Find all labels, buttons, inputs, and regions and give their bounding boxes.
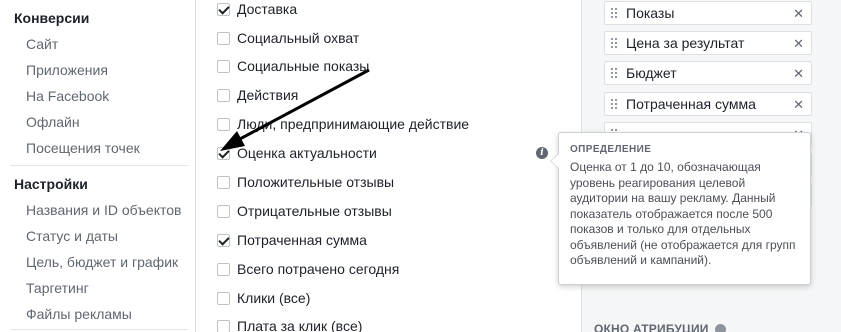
metric-row[interactable]: Социальные показы (217, 56, 369, 76)
metric-row[interactable]: Потраченная сумма (217, 230, 367, 250)
checkbox[interactable] (217, 262, 230, 276)
metric-label: Потраченная сумма (237, 232, 367, 248)
sidebar: Конверсии Сайт Приложения На Facebook Оф… (0, 0, 196, 332)
column-chip-label: Показы (626, 5, 675, 21)
definition-tooltip: ОПРЕДЕЛЕНИЕ Оценка от 1 до 10, обозначаю… (550, 132, 811, 285)
metric-row[interactable]: Люди, предпринимающие действие (217, 114, 469, 134)
checkbox[interactable] (217, 31, 230, 45)
metric-row-relevance-score[interactable]: Оценка актуальности (217, 143, 377, 163)
metric-label: Отрицательные отзывы (237, 203, 392, 219)
metric-row[interactable]: Доставка (217, 0, 297, 19)
sidebar-item-site[interactable]: Сайт (26, 36, 58, 52)
drag-handle-icon[interactable] (610, 7, 618, 19)
metric-label: Доставка (237, 1, 298, 17)
column-chip-label: Цена за результат (626, 35, 745, 51)
tooltip-body: Оценка от 1 до 10, обозначающая уровень … (570, 160, 796, 267)
metrics-list: Доставка Социальный охват Социальные пок… (197, 0, 580, 332)
info-icon[interactable]: i (536, 147, 548, 159)
column-chip[interactable]: Бюджет ✕ (604, 61, 812, 85)
checkbox[interactable] (217, 117, 230, 131)
metric-row[interactable]: Плата за клик (все) (217, 316, 362, 332)
metric-label: Плата за клик (все) (237, 318, 363, 332)
sidebar-item-on-facebook[interactable]: На Facebook (26, 88, 109, 104)
checkbox[interactable] (217, 88, 230, 102)
drag-handle-icon[interactable] (610, 98, 618, 110)
metric-label: Положительные отзывы (237, 174, 395, 190)
close-icon[interactable]: ✕ (793, 36, 804, 52)
column-chip-label: Бюджет (626, 65, 677, 81)
metric-row[interactable]: Действия (217, 85, 298, 105)
checkbox[interactable] (217, 175, 230, 189)
metric-row[interactable]: Отрицательные отзывы (217, 201, 392, 221)
sidebar-item-names-ids[interactable]: Названия и ID объектов (26, 202, 181, 218)
metric-label: Всего потрачено сегодня (237, 261, 400, 277)
sidebar-divider (10, 329, 188, 330)
sidebar-item-store-visits[interactable]: Посещения точек (26, 140, 140, 156)
metric-label: Оценка актуальности (237, 145, 377, 161)
metric-label: Люди, предпринимающие действие (237, 116, 470, 132)
drag-handle-icon[interactable] (610, 67, 618, 79)
sidebar-item-ad-files[interactable]: Файлы рекламы (26, 306, 132, 322)
column-chip[interactable]: Показы ✕ (604, 1, 812, 25)
close-icon[interactable]: ✕ (793, 66, 804, 82)
sidebar-item-offline[interactable]: Офлайн (26, 114, 80, 130)
metric-row[interactable]: Всего потрачено сегодня (217, 259, 399, 279)
checkbox[interactable] (217, 204, 230, 218)
checkbox[interactable] (217, 319, 230, 332)
drag-handle-icon[interactable] (610, 37, 618, 49)
column-chip[interactable]: Цена за результат ✕ (604, 31, 812, 55)
column-chip[interactable]: Потраченная сумма ✕ (604, 92, 812, 116)
column-chip-label: Потраченная сумма (626, 96, 756, 112)
sidebar-item-apps[interactable]: Приложения (26, 62, 108, 78)
close-icon[interactable]: ✕ (793, 97, 804, 113)
metric-row[interactable]: Клики (все) (217, 288, 310, 308)
metric-label: Действия (237, 87, 299, 103)
metric-row[interactable]: Социальный охват (217, 28, 359, 48)
sidebar-item-status-dates[interactable]: Статус и даты (26, 228, 118, 244)
section-title-conversions: Конверсии (14, 10, 90, 26)
checkbox[interactable] (217, 146, 230, 160)
metric-label: Социальный охват (237, 30, 360, 46)
checkbox[interactable] (217, 291, 230, 305)
info-icon[interactable] (715, 324, 726, 332)
checkbox[interactable] (217, 233, 230, 247)
tooltip-title: ОПРЕДЕЛЕНИЕ (570, 144, 652, 155)
close-icon[interactable]: ✕ (793, 6, 804, 22)
checkbox[interactable] (217, 59, 230, 73)
metric-label: Клики (все) (237, 290, 311, 306)
checkbox[interactable] (217, 2, 230, 16)
sidebar-divider (10, 165, 188, 166)
sidebar-item-goal-budget[interactable]: Цель, бюджет и график (26, 254, 178, 270)
metric-label: Социальные показы (237, 58, 370, 74)
sidebar-item-targeting[interactable]: Таргетинг (26, 280, 89, 296)
attribution-window-label: ОКНО АТРИБУЦИИ (594, 322, 709, 332)
metric-row[interactable]: Положительные отзывы (217, 172, 394, 192)
section-title-settings: Настройки (14, 176, 88, 192)
